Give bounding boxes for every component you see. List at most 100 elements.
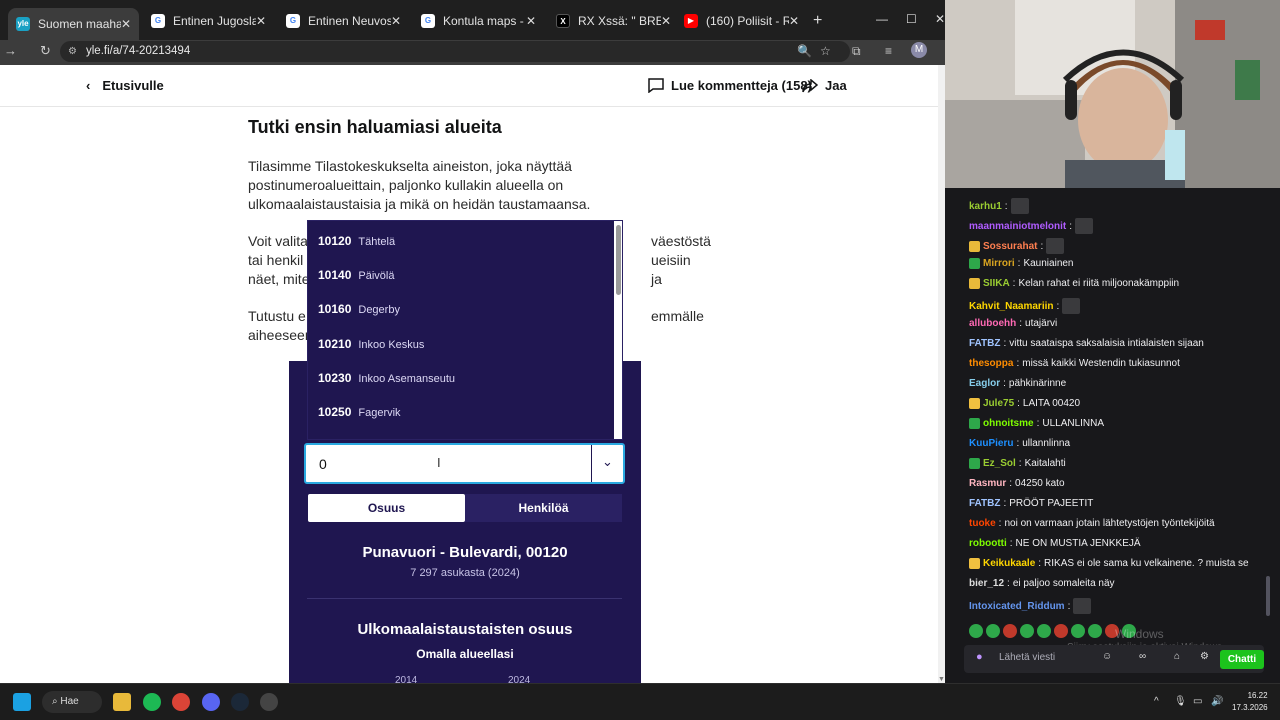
close-icon[interactable]: ✕: [391, 14, 401, 28]
browser-tab-bar: yle Suomen maahanmuuto ✕ G Entinen Jugos…: [0, 0, 945, 40]
dropdown-option[interactable]: 10210 Inkoo Keskus: [318, 337, 424, 351]
tab-youtube[interactable]: ▶ (160) Poliisit - Romanit ✕: [676, 8, 807, 34]
chat-username[interactable]: Ez_Sol: [983, 458, 1016, 469]
close-icon[interactable]: ✕: [661, 14, 671, 28]
media-icon[interactable]: ≡: [885, 44, 892, 58]
dropdown-option[interactable]: 10140 Päivölä: [318, 268, 394, 282]
chat-message: Eaglor: pähkinärinne: [969, 378, 1066, 389]
emote-icon[interactable]: [969, 624, 983, 638]
tray-chevron-icon[interactable]: ^: [1154, 696, 1159, 707]
close-icon[interactable]: ✕: [121, 17, 131, 31]
microphone-icon[interactable]: ●: [976, 651, 983, 663]
chat-username[interactable]: Jule75: [983, 398, 1014, 409]
search-input[interactable]: 0: [319, 456, 327, 472]
page-scrollbar[interactable]: ▼: [938, 65, 945, 683]
taskbar-search[interactable]: ⌕ Hae: [42, 691, 102, 713]
share-button[interactable]: Jaa: [802, 78, 847, 93]
chat-username[interactable]: thesoppa: [969, 358, 1013, 369]
emote-icon[interactable]: [1054, 624, 1068, 638]
chat-text: NE ON MUSTIA JENKKEJÄ: [1015, 538, 1141, 549]
chat-username[interactable]: maanmainiotmelonit: [969, 221, 1066, 232]
tab-x[interactable]: X RX Xssä: " BREAKING ✕: [548, 8, 679, 34]
chat-username[interactable]: Kahvit_Naamariin: [969, 301, 1053, 312]
emote-icon[interactable]: [1003, 624, 1017, 638]
chat-username[interactable]: FATBZ: [969, 498, 1000, 509]
new-tab-icon[interactable]: +: [813, 12, 822, 30]
discord-icon[interactable]: [202, 693, 220, 711]
dropdown-option[interactable]: 10230 Inkoo Asemanseutu: [318, 371, 455, 385]
profile-avatar[interactable]: M: [911, 42, 927, 58]
spotify-icon[interactable]: [143, 693, 161, 711]
chat-username[interactable]: Intoxicated_Riddum: [969, 601, 1065, 612]
chat-username[interactable]: bier_12: [969, 578, 1004, 589]
chevron-down-icon[interactable]: ⌄: [602, 454, 613, 470]
dropdown-option[interactable]: 10250 Fagervik: [318, 405, 401, 419]
file-explorer-icon[interactable]: [113, 693, 131, 711]
scrollbar-thumb[interactable]: [616, 225, 621, 295]
clock[interactable]: 16.22 17.3.2026: [1232, 690, 1268, 714]
chat-username[interactable]: FATBZ: [969, 338, 1000, 349]
bookmark-star-icon[interactable]: ☆: [820, 44, 831, 58]
chat-username[interactable]: Sossurahat: [983, 241, 1037, 252]
google-icon: G: [286, 14, 300, 28]
scroll-down-icon[interactable]: ▼: [938, 676, 945, 683]
emote-picker-icon[interactable]: ☺: [1102, 651, 1112, 662]
chat-username[interactable]: Eaglor: [969, 378, 1000, 389]
close-icon[interactable]: ✕: [256, 14, 266, 28]
chat-username[interactable]: Rasmur: [969, 478, 1006, 489]
extensions-icon[interactable]: ⧉: [852, 44, 861, 59]
chat-username[interactable]: tuoke: [969, 518, 996, 529]
emote-icon[interactable]: [1037, 624, 1051, 638]
emote-icon[interactable]: [1020, 624, 1034, 638]
reload-icon[interactable]: ↻: [40, 43, 51, 59]
emote-icon[interactable]: [986, 624, 1000, 638]
tab-jugoslavia[interactable]: G Entinen Jugoslavia - Goo ✕: [143, 8, 274, 34]
windows-start-icon[interactable]: [13, 693, 31, 711]
tab-kontula[interactable]: G Kontula maps - Google - ✕: [413, 8, 544, 34]
comments-link[interactable]: Lue kommentteja (158): [648, 78, 812, 93]
close-icon[interactable]: ✕: [526, 14, 536, 28]
chat-username[interactable]: Mirrori: [983, 258, 1015, 269]
back-icon[interactable]: →: [4, 43, 17, 58]
chat-username[interactable]: karhu1: [969, 201, 1002, 212]
tab-yle[interactable]: yle Suomen maahanmuuto ✕: [8, 8, 139, 40]
tab-neuvostoliitto[interactable]: G Entinen Neuvostoliitto - ✕: [278, 8, 409, 34]
chat-separator: :: [1017, 258, 1021, 269]
send-chat-button[interactable]: Chatti: [1220, 650, 1264, 669]
emote-icon[interactable]: [1071, 624, 1085, 638]
site-settings-icon[interactable]: ⚙: [68, 41, 77, 62]
maximize-icon[interactable]: ☐: [906, 12, 917, 26]
volume-icon[interactable]: 🔊: [1211, 696, 1223, 707]
chat-input[interactable]: ● Lähetä viesti ☺ ∞ ⌂ ⚙: [964, 645, 1264, 673]
back-to-front-page-link[interactable]: ‹ Etusivulle: [86, 78, 164, 93]
obs-icon[interactable]: [260, 693, 278, 711]
toggle-share[interactable]: Osuus: [308, 494, 465, 522]
close-icon[interactable]: ✕: [789, 14, 799, 28]
chat-username[interactable]: SIIKA: [983, 278, 1010, 289]
toggle-persons[interactable]: Henkilöä: [465, 494, 622, 522]
chat-username[interactable]: alluboehh: [969, 318, 1016, 329]
dropdown-scrollbar[interactable]: [614, 221, 622, 439]
chat-username[interactable]: Keikukaale: [983, 558, 1035, 569]
microphone-icon[interactable]: 🎙: [1174, 696, 1187, 707]
rewards-icon[interactable]: ∞: [1139, 651, 1146, 662]
url-field[interactable]: ⚙ yle.fi/a/74-20213494: [60, 41, 850, 62]
steam-icon[interactable]: [231, 693, 249, 711]
chrome-icon[interactable]: [172, 693, 190, 711]
chat-message: Ez_Sol: Kaitalahti: [969, 458, 1066, 469]
minimize-icon[interactable]: —: [876, 12, 888, 26]
close-window-icon[interactable]: ✕: [935, 12, 945, 26]
zoom-icon[interactable]: 🔍: [797, 44, 812, 58]
network-icon[interactable]: ▭: [1193, 696, 1202, 707]
store-icon[interactable]: ⌂: [1174, 651, 1180, 662]
dropdown-option[interactable]: 10120 Tähtelä: [318, 234, 395, 248]
settings-gear-icon[interactable]: ⚙: [1200, 651, 1209, 662]
chat-username[interactable]: robootti: [969, 538, 1007, 549]
postal-code-search[interactable]: 0 ⌄: [304, 443, 625, 484]
chat-scrollbar[interactable]: [1266, 576, 1270, 616]
dropdown-option[interactable]: 10160 Degerby: [318, 302, 400, 316]
chat-username[interactable]: KuuPieru: [969, 438, 1013, 449]
activation-watermark: Windows: [1115, 627, 1164, 641]
emote-icon[interactable]: [1088, 624, 1102, 638]
chat-username[interactable]: ohnoitsme: [983, 418, 1034, 429]
